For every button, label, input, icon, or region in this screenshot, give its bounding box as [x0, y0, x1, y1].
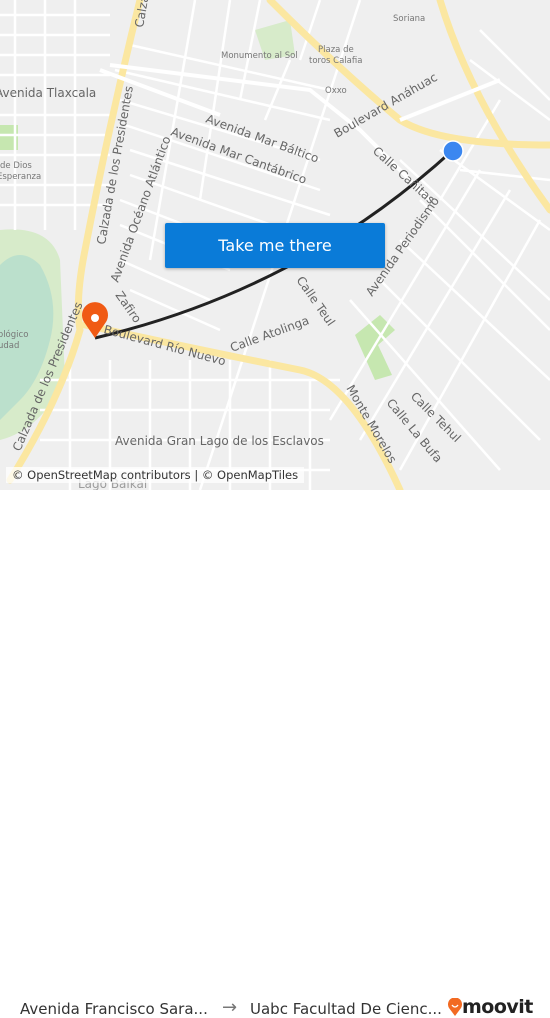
moovit-logo: moovit: [448, 996, 533, 1018]
poi-label: Oxxo: [325, 86, 347, 96]
origin-marker[interactable]: [442, 140, 464, 162]
map[interactable]: Avenida Tlaxcala Calzada de los Presiden…: [0, 0, 550, 490]
footer-bar: Avenida Francisco Sara... → Uabc Faculta…: [0, 490, 550, 1018]
origin-name: Avenida Francisco Sara...: [20, 1000, 208, 1018]
moovit-wordmark: moovit: [462, 996, 533, 1018]
arrow-right-icon: →: [222, 997, 238, 1018]
take-me-there-button[interactable]: Take me there: [165, 223, 385, 268]
poi-label: udad: [0, 341, 19, 351]
poi-label: Soriana: [393, 14, 425, 24]
poi-label: Monumento al Sol: [221, 51, 298, 61]
poi-label: Esperanza: [0, 172, 41, 182]
poi-label: de Dios: [0, 161, 32, 171]
street-label: Avenida Tlaxcala: [0, 86, 96, 100]
street-label: Calle Atolinga: [228, 313, 311, 355]
map-attribution[interactable]: © OpenStreetMap contributors | © OpenMap…: [6, 467, 305, 483]
moovit-pin-icon: [448, 998, 462, 1016]
street-label: Monte Morelos: [343, 383, 399, 466]
street-label: Calza: [132, 0, 151, 29]
poi-label: Plaza de: [318, 45, 354, 55]
street-label: Avenida Gran Lago de los Esclavos: [115, 434, 324, 448]
street-label: Boulevard Río Nuevo: [102, 322, 227, 368]
destination-name: Uabc Facultad De Cienc...: [250, 1000, 442, 1018]
poi-label: ológico: [0, 329, 28, 340]
poi-label: toros Calafia: [309, 56, 362, 66]
